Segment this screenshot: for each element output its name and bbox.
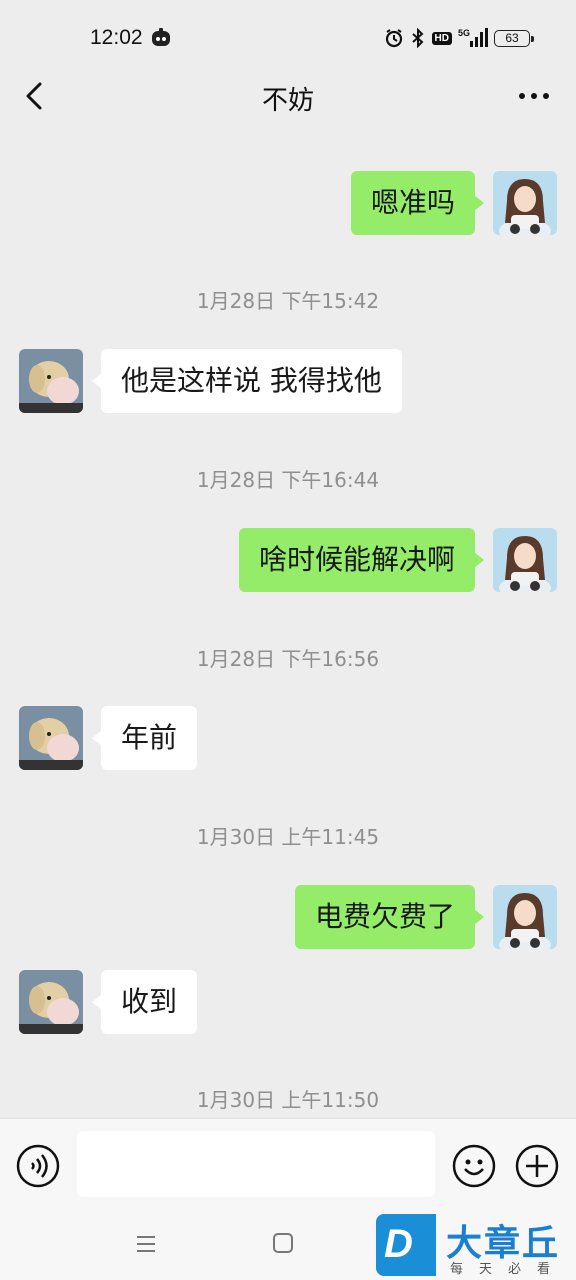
message-list[interactable]: 嗯准吗 1月28日 下午15:42 他是这样说 我得找他 1月28日 下午16:… xyxy=(0,122,576,1118)
my-avatar[interactable] xyxy=(493,171,557,235)
battery-indicator: 63 xyxy=(494,29,534,47)
emoji-icon[interactable] xyxy=(452,1144,496,1188)
contact-avatar[interactable] xyxy=(19,970,83,1034)
received-message-bubble[interactable]: 年前 xyxy=(91,706,198,770)
watermark-logo-letter: D xyxy=(384,1222,413,1266)
app-notification-icon xyxy=(152,28,170,46)
message-timestamp: 1月28日 下午16:56 xyxy=(196,647,380,671)
hd-badge: HD xyxy=(431,31,452,45)
sent-message-bubble[interactable]: 电费欠费了 xyxy=(294,885,485,949)
my-avatar[interactable] xyxy=(493,528,557,592)
status-icons: HD 5G 63 xyxy=(384,26,534,50)
status-bar: 12:02 HD 5G 63 xyxy=(0,0,576,70)
watermark-subtitle: 每天必看 xyxy=(450,1262,567,1277)
chat-title: 不妨 xyxy=(261,86,314,116)
contact-avatar[interactable] xyxy=(19,349,83,413)
message-timestamp: 1月30日 上午11:50 xyxy=(196,1088,380,1112)
bluetooth-icon xyxy=(411,28,424,48)
home-icon[interactable] xyxy=(272,1232,294,1254)
message-timestamp: 1月30日 上午11:45 xyxy=(196,825,380,849)
sent-message-bubble[interactable]: 嗯准吗 xyxy=(350,171,485,235)
watermark-logo: D 大章丘 每天必看 xyxy=(376,1214,576,1278)
plus-icon[interactable] xyxy=(515,1144,559,1188)
svg-text:5G: 5G xyxy=(458,28,470,38)
menu-icon[interactable] xyxy=(134,1232,158,1256)
status-time: 12:02 xyxy=(90,26,143,49)
signal-icon: 5G xyxy=(458,28,488,47)
message-timestamp: 1月28日 下午15:42 xyxy=(196,289,380,313)
received-message-bubble[interactable]: 收到 xyxy=(91,970,198,1034)
sent-message-bubble[interactable]: 啥时候能解决啊 xyxy=(238,528,485,592)
received-message-bubble[interactable]: 他是这样说 我得找他 xyxy=(92,349,402,413)
message-timestamp: 1月28日 下午16:44 xyxy=(196,468,380,492)
more-dots-icon[interactable] xyxy=(516,84,552,108)
alarm-icon xyxy=(385,29,402,48)
contact-avatar[interactable] xyxy=(19,706,83,770)
chat-header: 不妨 xyxy=(0,70,576,122)
voice-icon[interactable] xyxy=(16,1144,60,1188)
input-bar xyxy=(0,1118,576,1210)
my-avatar[interactable] xyxy=(493,885,557,949)
watermark-logo-mark: D xyxy=(376,1214,436,1276)
message-input[interactable] xyxy=(77,1131,435,1197)
